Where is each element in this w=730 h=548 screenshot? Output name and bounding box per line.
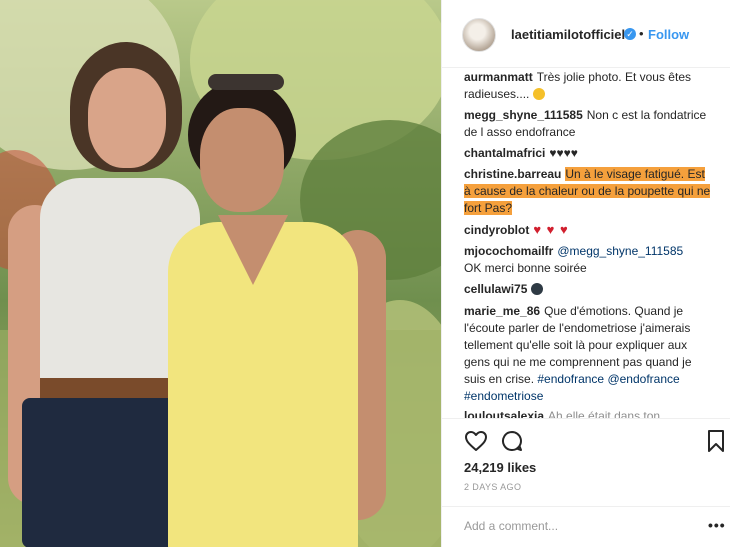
person-left-face bbox=[88, 68, 166, 168]
post-actions: 24,219 likes 2 DAYS AGO Add a comment...… bbox=[442, 418, 730, 547]
avatar[interactable] bbox=[462, 18, 496, 52]
comment-mention[interactable]: @megg_shyne_111585 bbox=[557, 244, 683, 258]
post-side-panel: laetitiamilotofficiel ✓ • Follow aurmanm… bbox=[441, 0, 730, 547]
smiling-face-emoji-icon bbox=[532, 88, 545, 100]
hashtag-link[interactable]: #endometriose bbox=[464, 389, 543, 403]
comment-username[interactable]: cindyroblot bbox=[464, 223, 529, 237]
comment-icon[interactable] bbox=[500, 429, 524, 453]
comment-username[interactable]: mjocochomailfr bbox=[464, 244, 553, 258]
post-timestamp[interactable]: 2 DAYS AGO bbox=[464, 482, 521, 492]
follow-button[interactable]: Follow bbox=[648, 27, 689, 42]
comment: aurmanmatt Très jolie photo. Et vous êtes… bbox=[464, 69, 714, 103]
ufo-emoji-icon bbox=[531, 283, 544, 295]
comment: marie_me_86 Que d'émotions. Quand je l'éc… bbox=[464, 303, 714, 405]
comment: cindyroblot ♥ ♥ ♥ bbox=[464, 221, 714, 239]
person-right-face bbox=[200, 108, 284, 212]
comment-text: OK merci bonne soirée bbox=[464, 261, 587, 275]
add-comment-bar: Add a comment... ••• bbox=[442, 506, 730, 548]
hashtag-link[interactable]: #endofrance bbox=[537, 372, 604, 386]
comment: chantalmafrici ♥♥♥♥ bbox=[464, 145, 714, 162]
comment-username[interactable]: marie_me_86 bbox=[464, 304, 540, 318]
separator-dot: • bbox=[639, 26, 644, 41]
verified-badge-icon: ✓ bbox=[624, 28, 636, 40]
comment-username[interactable]: cellulawi75 bbox=[464, 282, 527, 296]
likes-count[interactable]: 24,219 likes bbox=[464, 460, 536, 475]
black-hearts-emoji: ♥♥♥♥ bbox=[549, 146, 578, 160]
post-photo[interactable] bbox=[0, 0, 441, 547]
comment-username[interactable]: chantalmafrici bbox=[464, 146, 545, 160]
comment-username[interactable]: megg_shyne_111585 bbox=[464, 108, 583, 122]
bookmark-icon[interactable] bbox=[707, 429, 725, 453]
comment-username[interactable]: aurmanmatt bbox=[464, 70, 533, 84]
comment: megg_shyne_111585 Non c est la fondatrice… bbox=[464, 107, 714, 141]
comment: christine.barreau Un à le visage fatigué.… bbox=[464, 166, 714, 217]
person-right-sunglasses bbox=[208, 74, 284, 90]
comment-username[interactable]: louloutsalexia bbox=[464, 409, 544, 418]
heart-icon[interactable] bbox=[464, 430, 488, 452]
comment-text: Ah elle était dans ton bbox=[548, 409, 661, 418]
add-comment-input[interactable]: Add a comment... bbox=[464, 519, 558, 533]
header-username[interactable]: laetitiamilotofficiel bbox=[511, 27, 625, 42]
more-options-button[interactable]: ••• bbox=[708, 517, 726, 533]
person-left-skirt bbox=[22, 398, 192, 547]
comment: cellulawi75 bbox=[464, 281, 714, 298]
person-right-dress bbox=[168, 222, 358, 547]
post-header: laetitiamilotofficiel ✓ • Follow bbox=[442, 0, 730, 68]
red-hearts-emoji: ♥ ♥ ♥ bbox=[533, 222, 569, 237]
instagram-post: laetitiamilotofficiel ✓ • Follow aurmanm… bbox=[0, 0, 730, 547]
mention-link[interactable]: @endofrance bbox=[607, 372, 679, 386]
comments-list[interactable]: aurmanmatt Très jolie photo. Et vous êtes… bbox=[442, 68, 730, 418]
comment-username[interactable]: christine.barreau bbox=[464, 167, 561, 181]
comment: louloutsalexia Ah elle était dans ton bbox=[464, 408, 714, 418]
comment: mjocochomailfr @megg_shyne_111585 OK merci… bbox=[464, 243, 714, 277]
